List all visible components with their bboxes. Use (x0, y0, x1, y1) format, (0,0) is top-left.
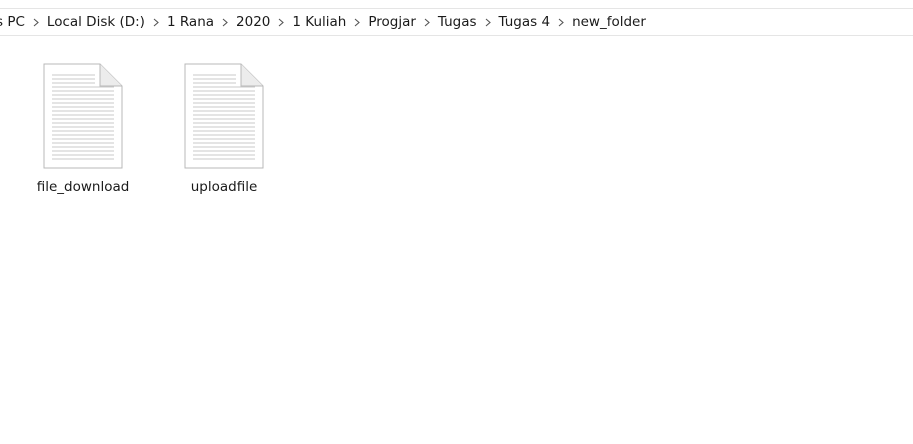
chevron-right-icon[interactable] (348, 9, 366, 35)
text-file-icon (43, 63, 123, 169)
file-name-label[interactable]: file_download (33, 178, 133, 196)
text-file-icon (184, 63, 264, 169)
chevron-right-icon[interactable] (27, 9, 45, 35)
breadcrumb-1-kuliah[interactable]: 1 Kuliah (290, 9, 348, 35)
chevron-right-icon[interactable] (479, 9, 497, 35)
file-name-label[interactable]: uploadfile (174, 178, 274, 196)
breadcrumb: s PC Local Disk (D:) 1 Rana 2020 1 Kulia… (0, 9, 648, 35)
breadcrumb-1-rana[interactable]: 1 Rana (165, 9, 216, 35)
file-item-uploadfile[interactable]: uploadfile (174, 60, 274, 200)
chevron-right-icon[interactable] (272, 9, 290, 35)
window-top-edge (0, 0, 913, 9)
file-item-file-download[interactable]: file_download (33, 60, 133, 200)
breadcrumb-tugas-4[interactable]: Tugas 4 (497, 9, 553, 35)
breadcrumb-progjar[interactable]: Progjar (366, 9, 418, 35)
chevron-right-icon[interactable] (216, 9, 234, 35)
chevron-right-icon[interactable] (418, 9, 436, 35)
breadcrumb-tugas[interactable]: Tugas (436, 9, 479, 35)
breadcrumb-new-folder[interactable]: new_folder (570, 9, 648, 35)
breadcrumb-this-pc[interactable]: s PC (0, 9, 27, 35)
chevron-right-icon[interactable] (552, 9, 570, 35)
file-view[interactable]: file_download uploadfile (0, 36, 913, 444)
breadcrumb-local-disk[interactable]: Local Disk (D:) (45, 9, 147, 35)
chevron-right-icon[interactable] (147, 9, 165, 35)
breadcrumb-2020[interactable]: 2020 (234, 9, 272, 35)
address-bar[interactable]: s PC Local Disk (D:) 1 Rana 2020 1 Kulia… (0, 9, 913, 36)
